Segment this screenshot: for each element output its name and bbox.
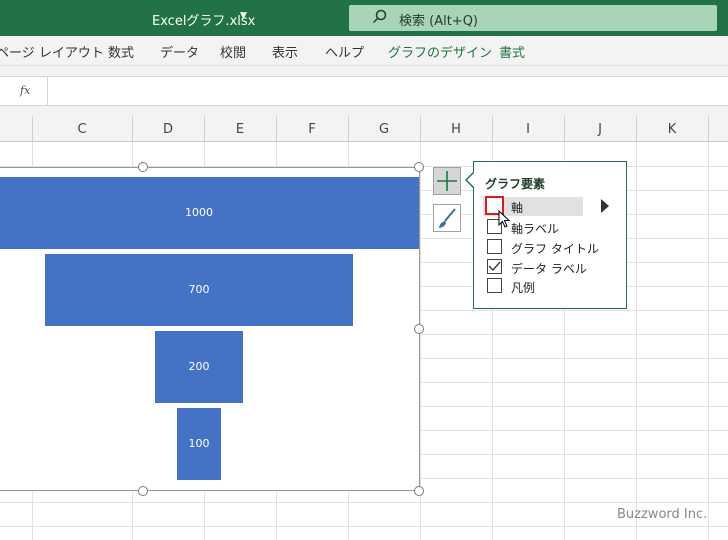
resize-handle-bottom[interactable] xyxy=(138,486,148,496)
tab-help[interactable]: ヘルプ xyxy=(325,42,364,61)
panel-pointer-inner xyxy=(467,173,474,187)
data-label-1[interactable]: 1000 xyxy=(169,206,229,219)
chart-title-checkbox[interactable] xyxy=(487,239,502,254)
legend-checkbox[interactable] xyxy=(487,278,502,293)
column-header-k[interactable]: K xyxy=(662,122,682,137)
data-labels-checkbox[interactable] xyxy=(487,259,502,274)
column-header-g[interactable]: G xyxy=(374,122,394,137)
column-header-j[interactable]: J xyxy=(590,122,610,137)
column-header-d[interactable]: D xyxy=(158,122,178,137)
grid-line xyxy=(708,142,709,540)
tab-data[interactable]: データ xyxy=(160,42,199,61)
document-title-dropdown-icon[interactable]: ▼ xyxy=(240,11,247,21)
column-header-f[interactable]: F xyxy=(302,122,322,137)
column-separator xyxy=(132,116,133,142)
axis-label: 軸 xyxy=(511,201,524,215)
column-separator xyxy=(420,116,421,142)
column-header-c[interactable]: C xyxy=(72,122,92,137)
resize-handle-bottom-right[interactable] xyxy=(414,486,424,496)
column-header-i[interactable]: I xyxy=(518,122,538,137)
formula-gap xyxy=(0,106,728,116)
column-separator xyxy=(348,116,349,142)
column-separator xyxy=(276,116,277,142)
grid-line xyxy=(420,142,421,540)
formula-input[interactable] xyxy=(0,76,728,106)
search-placeholder: 検索 (Alt+Q) xyxy=(399,14,479,29)
tab-format[interactable]: 書式 xyxy=(499,42,525,61)
tab-review[interactable]: 校閲 xyxy=(220,42,246,61)
legend-label: 凡例 xyxy=(511,281,536,295)
grid-line xyxy=(636,142,637,540)
axis-titles-label: 軸ラベル xyxy=(511,222,560,236)
data-label-4[interactable]: 100 xyxy=(169,437,229,450)
resize-handle-top-right[interactable] xyxy=(414,162,424,172)
tab-page-layout[interactable]: ページ レイアウト xyxy=(0,42,104,61)
paintbrush-icon xyxy=(439,208,456,228)
chart-elements-button[interactable] xyxy=(433,167,461,195)
column-header-h[interactable]: H xyxy=(446,122,466,137)
column-separator xyxy=(564,116,565,142)
funnel-chart[interactable]: 1000 700 200 100 xyxy=(0,167,420,491)
resize-handle-top[interactable] xyxy=(138,162,148,172)
axis-submenu-arrow-icon[interactable] xyxy=(601,199,609,213)
mouse-pointer-icon xyxy=(498,210,511,228)
plus-icon xyxy=(437,171,457,191)
column-separator xyxy=(636,116,637,142)
tab-chart-design[interactable]: グラフのデザイン xyxy=(388,42,492,61)
column-separator xyxy=(708,116,709,142)
chart-styles-button[interactable] xyxy=(433,204,461,232)
column-separator xyxy=(32,116,33,142)
checkmark-icon xyxy=(488,261,501,272)
resize-handle-right[interactable] xyxy=(414,324,424,334)
column-separator xyxy=(204,116,205,142)
watermark: Buzzword Inc. xyxy=(617,507,708,522)
insert-function-icon[interactable]: fx xyxy=(20,84,30,97)
grid-line xyxy=(0,502,728,503)
column-header-bar xyxy=(0,116,728,142)
column-separator xyxy=(492,116,493,142)
ribbon-gap xyxy=(0,66,728,76)
grid-line xyxy=(0,526,728,527)
data-labels-label: データ ラベル xyxy=(511,262,587,276)
chart-title-label: グラフ タイトル xyxy=(511,242,599,256)
panel-title: グラフ要素 xyxy=(485,177,546,191)
search-icon xyxy=(372,9,387,24)
data-label-2[interactable]: 700 xyxy=(169,283,229,296)
column-header-e[interactable]: E xyxy=(230,122,250,137)
tab-formulas[interactable]: 数式 xyxy=(108,42,134,61)
data-label-3[interactable]: 200 xyxy=(169,360,229,373)
tab-view[interactable]: 表示 xyxy=(272,42,298,61)
